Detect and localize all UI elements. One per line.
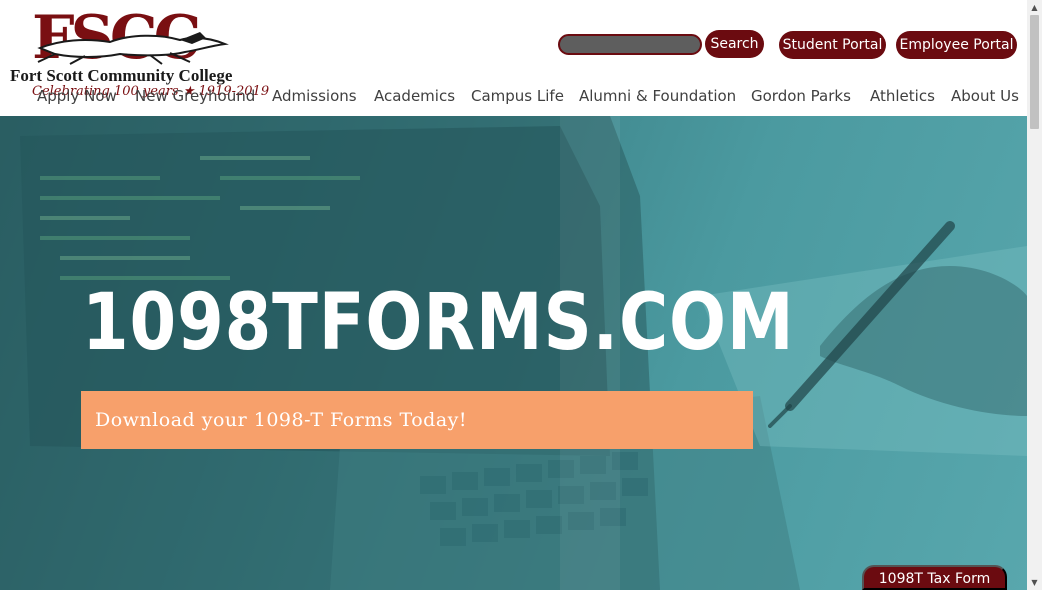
tax-form-button[interactable]: 1098T Tax Form — [862, 565, 1007, 590]
nav-item-alumni-foundation[interactable]: Alumni & Foundation — [579, 85, 736, 107]
scroll-thumb[interactable] — [1030, 15, 1039, 129]
nav-item-campus-life[interactable]: Campus Life — [471, 85, 564, 107]
page: FSCC Fort Scott Community College Celebr… — [0, 0, 1042, 590]
scroll-down-icon[interactable]: ▼ — [1027, 575, 1042, 590]
hero-title: 1098TFORMS.COM — [82, 278, 795, 368]
scrollbar[interactable]: ▲ ▼ — [1027, 0, 1042, 590]
search-button[interactable]: Search — [705, 30, 764, 58]
search-input[interactable] — [558, 34, 702, 55]
hero-banner[interactable]: 1098TFORMS.COM Download your 1098-T Form… — [0, 116, 1027, 590]
site-header: FSCC Fort Scott Community College Celebr… — [0, 0, 1027, 116]
main-nav: Apply Now New Greyhound Admissions Acade… — [0, 85, 1027, 107]
nav-item-academics[interactable]: Academics — [374, 85, 455, 107]
nav-item-about-us[interactable]: About Us — [951, 85, 1019, 107]
nav-item-new-greyhound[interactable]: New Greyhound — [135, 85, 255, 107]
download-banner-text: Download your 1098-T Forms Today! — [95, 409, 468, 431]
nav-item-athletics[interactable]: Athletics — [870, 85, 935, 107]
college-name: Fort Scott Community College — [10, 66, 233, 85]
greyhound-icon — [37, 32, 229, 65]
student-portal-button[interactable]: Student Portal — [779, 31, 886, 59]
nav-item-gordon-parks[interactable]: Gordon Parks — [751, 85, 851, 107]
nav-item-admissions[interactable]: Admissions — [272, 85, 357, 107]
scroll-up-icon[interactable]: ▲ — [1027, 0, 1042, 15]
download-banner[interactable]: Download your 1098-T Forms Today! — [81, 391, 753, 449]
nav-item-apply-now[interactable]: Apply Now — [37, 85, 117, 107]
employee-portal-button[interactable]: Employee Portal — [896, 31, 1017, 59]
